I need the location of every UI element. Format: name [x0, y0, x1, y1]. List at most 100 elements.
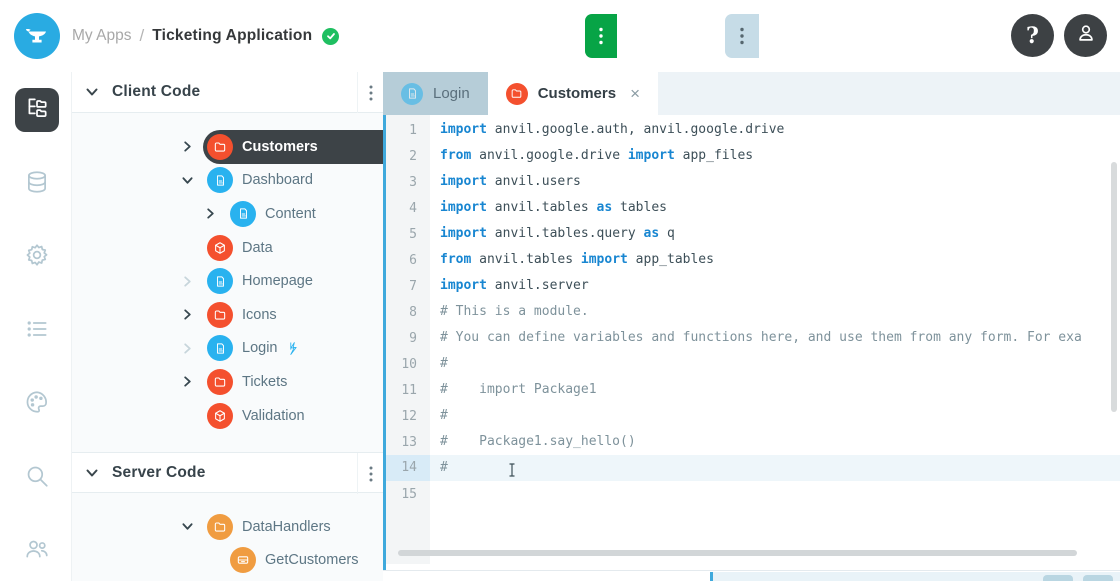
breadcrumb-my-apps[interactable]: My Apps: [72, 27, 131, 45]
code-line-content[interactable]: [430, 481, 1120, 507]
tab-login[interactable]: Login: [383, 72, 488, 115]
form-icon: [401, 83, 423, 105]
chevron-down-icon[interactable]: [179, 172, 195, 188]
client-code-header[interactable]: Client Code: [72, 72, 383, 113]
bottom-panel-edge: [383, 570, 1120, 581]
chevron-down-icon[interactable]: [86, 467, 98, 479]
run-options-kebab-icon[interactable]: [585, 14, 617, 58]
code-line-9[interactable]: 9# You can define variables and function…: [386, 325, 1120, 351]
code-line-content[interactable]: # You can define variables and functions…: [430, 325, 1120, 351]
line-number: 5: [386, 227, 430, 242]
code-line-content[interactable]: # This is a module.: [430, 299, 1120, 325]
chevron-right-icon[interactable]: [179, 307, 195, 323]
code-line-14[interactable]: 14#: [386, 455, 1120, 481]
tree-item-content[interactable]: Content: [72, 197, 383, 231]
chevron-down-icon[interactable]: [86, 86, 98, 98]
line-number: 13: [386, 435, 430, 450]
breadcrumb-separator: /: [139, 26, 144, 46]
tree-item-tickets[interactable]: Tickets: [72, 365, 383, 399]
code-line-content[interactable]: import anvil.users: [430, 169, 1120, 195]
folder-icon: [207, 134, 233, 160]
breadcrumb-app-name[interactable]: Ticketing Application: [152, 27, 312, 45]
code-line-content[interactable]: import anvil.server: [430, 273, 1120, 299]
code-line-1[interactable]: 1import anvil.google.auth, anvil.google.…: [386, 117, 1120, 143]
sidebar-item-data-tables[interactable]: [15, 162, 59, 206]
code-line-content[interactable]: import anvil.google.auth, anvil.google.d…: [430, 117, 1120, 143]
uplink-button[interactable]: Uplink: [893, 14, 1007, 58]
code-line-3[interactable]: 3import anvil.users: [386, 169, 1120, 195]
tree-item-homepage[interactable]: Homepage: [72, 264, 383, 298]
profile-button[interactable]: [1064, 14, 1107, 57]
code-editor[interactable]: 1import anvil.google.auth, anvil.google.…: [383, 115, 1120, 570]
publish-options-kebab-icon[interactable]: [725, 14, 759, 58]
code-line-15[interactable]: 15: [386, 481, 1120, 507]
client-code-title: Client Code: [112, 83, 200, 101]
chevron-down-icon[interactable]: [179, 519, 195, 535]
publish-button[interactable]: Publish: [725, 14, 885, 58]
code-line-content[interactable]: #: [430, 351, 1120, 377]
sidebar-item-theme[interactable]: [15, 382, 59, 426]
close-icon[interactable]: ×: [630, 84, 640, 104]
app-browser-panel: Client Code CustomersDashboardContentDat…: [72, 72, 383, 581]
sidebar-item-outline[interactable]: [15, 309, 59, 353]
form-icon: [207, 268, 233, 294]
help-button[interactable]: ?: [1011, 14, 1054, 57]
tree-item-getcustomers[interactable]: GetCustomers: [72, 544, 383, 578]
horizontal-scrollbar[interactable]: [398, 550, 1077, 556]
code-line-5[interactable]: 5import anvil.tables.query as q: [386, 221, 1120, 247]
client-code-kebab-icon[interactable]: [357, 72, 383, 113]
tab-customers-label: Customers: [538, 85, 616, 102]
tree-item-validation[interactable]: Validation: [72, 399, 383, 433]
anvil-logo-icon[interactable]: [14, 13, 60, 59]
tree-item-customers[interactable]: Customers: [72, 130, 383, 164]
tree-item-label: Dashboard: [242, 172, 313, 188]
code-line-content[interactable]: # Package1.say_hello(): [430, 429, 1120, 455]
chevron-right-icon[interactable]: [202, 206, 218, 222]
line-number: 9: [386, 331, 430, 346]
chevron-right-icon[interactable]: [179, 273, 195, 289]
tree-item-label: GetCustomers: [265, 552, 358, 568]
code-line-6[interactable]: 6from anvil.tables import app_tables: [386, 247, 1120, 273]
code-line-2[interactable]: 2from anvil.google.drive import app_file…: [386, 143, 1120, 169]
code-line-12[interactable]: 12#: [386, 403, 1120, 429]
server-code-header[interactable]: Server Code: [72, 452, 383, 493]
tree-item-datahandlers[interactable]: DataHandlers: [72, 510, 383, 544]
chevron-spacer: [202, 552, 218, 568]
tree-item-label: Homepage: [242, 273, 313, 289]
sidebar-item-search[interactable]: [15, 456, 59, 500]
tree-item-data[interactable]: Data: [72, 231, 383, 265]
tab-customers[interactable]: Customers ×: [488, 72, 658, 115]
server-code-kebab-icon[interactable]: [357, 453, 383, 494]
code-line-content[interactable]: #: [430, 455, 1120, 481]
chevron-right-icon[interactable]: [179, 139, 195, 155]
tree-item-label: Customers: [242, 139, 318, 155]
server-code-title: Server Code: [112, 464, 206, 482]
code-line-content[interactable]: from anvil.google.drive import app_files: [430, 143, 1120, 169]
code-line-content[interactable]: import anvil.tables as tables: [430, 195, 1120, 221]
tree-item-dashboard[interactable]: Dashboard: [72, 164, 383, 198]
chevron-right-icon[interactable]: [179, 340, 195, 356]
code-line-8[interactable]: 8# This is a module.: [386, 299, 1120, 325]
anvil-ide: My Apps / Ticketing Application Run Publ…: [0, 0, 1120, 581]
code-line-content[interactable]: # import Package1: [430, 377, 1120, 403]
code-line-7[interactable]: 7import anvil.server: [386, 273, 1120, 299]
sidebar-item-app-browser[interactable]: [15, 88, 59, 132]
tree-item-login[interactable]: Login: [72, 332, 383, 366]
vertical-scrollbar[interactable]: [1111, 162, 1117, 412]
bottom-chip[interactable]: [1043, 575, 1073, 581]
tree-item-icons[interactable]: Icons: [72, 298, 383, 332]
code-line-content[interactable]: #: [430, 403, 1120, 429]
run-button[interactable]: Run: [585, 14, 712, 58]
sidebar-item-settings[interactable]: [15, 235, 59, 279]
code-line-13[interactable]: 13# Package1.say_hello(): [386, 429, 1120, 455]
code-line-10[interactable]: 10#: [386, 351, 1120, 377]
code-line-content[interactable]: from anvil.tables import app_tables: [430, 247, 1120, 273]
code-line-content[interactable]: import anvil.tables.query as q: [430, 221, 1120, 247]
code-line-11[interactable]: 11# import Package1: [386, 377, 1120, 403]
bottom-chip[interactable]: [1083, 575, 1113, 581]
sidebar-item-users[interactable]: [15, 529, 59, 573]
module-icon: [207, 235, 233, 261]
chevron-right-icon[interactable]: [179, 374, 195, 390]
gear-icon: [24, 242, 50, 273]
code-line-4[interactable]: 4import anvil.tables as tables: [386, 195, 1120, 221]
